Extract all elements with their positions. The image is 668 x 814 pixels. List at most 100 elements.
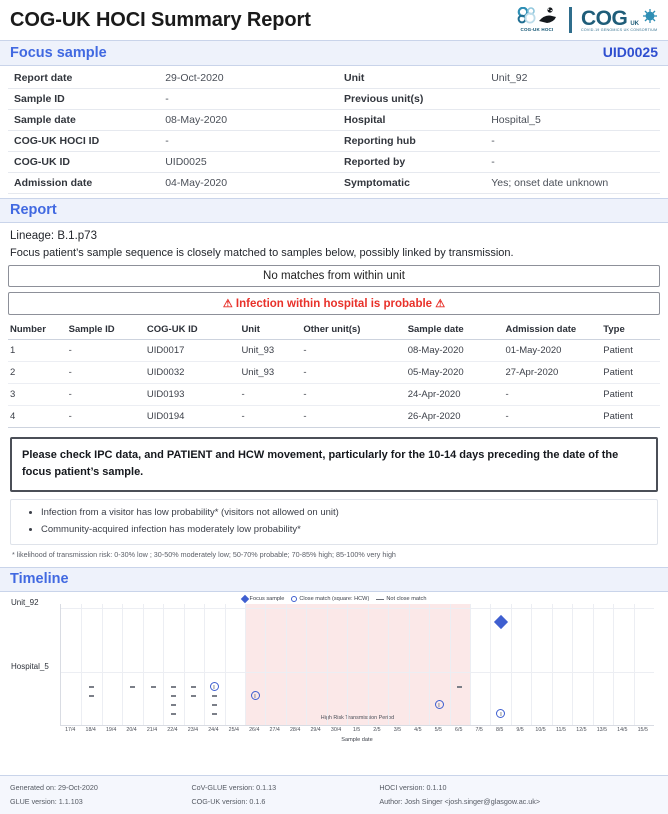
x-axis-tick: 9/5 bbox=[516, 727, 524, 734]
cell-admission-date: 27-Apr-2020 bbox=[503, 361, 602, 384]
x-axis-tick: 22/4 bbox=[167, 727, 178, 734]
field-label: Hospital bbox=[334, 109, 488, 131]
column-header-type: Type bbox=[601, 320, 660, 340]
grid-line bbox=[408, 604, 410, 726]
grid-line bbox=[224, 604, 226, 726]
cell-cog-uk-id: UID0194 bbox=[144, 405, 240, 428]
cell-cog-uk-id: UID0032 bbox=[144, 361, 240, 384]
table-row: Report date 29-Oct-2020 bbox=[8, 68, 334, 89]
timeline-plot-area: High Risk Transmission Period Unit_92 Hosp… bbox=[11, 598, 654, 727]
cell-type: Patient bbox=[601, 339, 660, 362]
page-footer: Generated on: 29-Oct-2020 GLUE version: … bbox=[0, 775, 668, 814]
report-title: Report bbox=[10, 202, 57, 218]
field-label: Symptomatic bbox=[334, 172, 488, 194]
table-row: Sample date 08-May-2020 bbox=[8, 109, 334, 131]
x-axis-tick: 27/4 bbox=[269, 727, 280, 734]
x-axis-tick: 20/4 bbox=[126, 727, 137, 734]
grid-line bbox=[388, 604, 390, 726]
cog-logo-uk-text: UK bbox=[630, 21, 639, 27]
x-axis-tick: 21/4 bbox=[146, 727, 158, 734]
timeline-marker-circle bbox=[209, 682, 219, 692]
page-title: COG-UK HOCI Summary Report bbox=[10, 8, 311, 31]
column-header-other-units: Other unit(s) bbox=[301, 320, 406, 340]
cell-number: 3 bbox=[8, 383, 67, 406]
infection-warning-label: Infection within hospital is probable bbox=[235, 298, 433, 310]
cell-cog-uk-id: UID0017 bbox=[144, 339, 240, 362]
cell-other-units: - bbox=[301, 339, 406, 362]
cell-sample-date: 26-Apr-2020 bbox=[405, 405, 504, 428]
legend-item-not-close-match: Not close match bbox=[376, 596, 426, 602]
table-row: 2 - UID0032 Unit_93 - 05-May-2020 27-Apr… bbox=[8, 361, 660, 384]
field-value: 04-May-2020 bbox=[161, 172, 334, 194]
focus-sample-left-column: Report date 29-Oct-2020 Sample ID - Samp… bbox=[8, 68, 334, 194]
field-value: UID0025 bbox=[161, 151, 334, 173]
timeline-marker-dash bbox=[211, 713, 217, 715]
timeline-marker-dash bbox=[191, 695, 197, 697]
x-axis-tick: 15/5 bbox=[637, 727, 648, 734]
grid-line bbox=[306, 604, 308, 726]
grid-line bbox=[490, 604, 492, 726]
grid-line bbox=[592, 604, 594, 726]
list-item: Infection from a visitor has low probabi… bbox=[41, 505, 653, 522]
transmission-risk-footnote: * likelihood of transmission risk: 0-30%… bbox=[12, 550, 396, 560]
cell-other-units: - bbox=[301, 361, 406, 384]
field-label: Unit bbox=[334, 68, 488, 89]
cell-unit: Unit_93 bbox=[239, 339, 302, 362]
focus-sample-title: Focus sample bbox=[10, 45, 107, 61]
grid-line bbox=[633, 604, 635, 726]
timeline-marker-dash bbox=[150, 686, 156, 688]
column-header-sample-date: Sample date bbox=[405, 320, 504, 340]
x-axis-tick: 30/4 bbox=[330, 727, 342, 734]
table-row: COG-UK HOCI ID - bbox=[8, 130, 334, 152]
timeline-marker-dash bbox=[211, 695, 217, 697]
chart-legend: Focus sample Close match (square: HCW) N… bbox=[8, 592, 660, 604]
cell-cog-uk-id: UID0193 bbox=[144, 383, 240, 406]
x-axis-tick: 11/5 bbox=[556, 727, 566, 734]
report-lead-text: Focus patient’s sample sequence is close… bbox=[10, 247, 514, 259]
field-label: Report date bbox=[8, 68, 162, 89]
field-value: 29-Oct-2020 bbox=[161, 68, 334, 89]
timeline-marker-circle bbox=[496, 709, 506, 719]
x-axis-tick: 8/5 bbox=[495, 727, 504, 734]
cell-other-units: - bbox=[301, 405, 406, 428]
logo-group: COG-UK HOCI COG UK COVID-19 GENOMICS UK … bbox=[514, 7, 658, 33]
field-label: COG-UK ID bbox=[8, 151, 162, 173]
table-row: 3 - UID0193 - - 24-Apr-2020 - Patient bbox=[8, 383, 660, 406]
grid-line bbox=[510, 604, 512, 726]
grid-line bbox=[245, 604, 247, 726]
table-row: Admission date 04-May-2020 bbox=[8, 172, 334, 194]
cell-other-units: - bbox=[301, 383, 406, 406]
x-axis-tick: 10/5 bbox=[535, 727, 546, 734]
footer-cog-uk-version: COG-UK version: 0.1.6 bbox=[191, 796, 266, 806]
timeline-marker-dash bbox=[457, 686, 463, 688]
x-axis-ticks: 17/4 18/4 19/4 20/4 21/4 22/4 23/4 24/4 25/4 26/4… bbox=[60, 726, 654, 737]
grid-line bbox=[469, 604, 471, 726]
x-axis-label: Sample date bbox=[341, 737, 373, 744]
grid-line bbox=[163, 604, 165, 726]
timeline-title: Timeline bbox=[10, 571, 69, 588]
warning-icon: ⚠ bbox=[222, 298, 233, 310]
high-risk-band-label: High Risk Transmission Period bbox=[320, 715, 395, 722]
grid-line bbox=[81, 604, 83, 726]
field-label: Reported by bbox=[334, 151, 488, 173]
timeline-marker-diamond bbox=[493, 615, 508, 630]
row-label-hospital_5: Hospital_5 bbox=[11, 662, 49, 672]
list-item: Community-acquired infection has moderat… bbox=[41, 522, 653, 539]
x-axis-tick: 19/4 bbox=[105, 727, 117, 734]
column-header-unit: Unit bbox=[239, 320, 302, 340]
legend-item-close-match: Close match (square: HCW) bbox=[291, 596, 369, 603]
table-row: Reporting hub - bbox=[334, 130, 660, 152]
row-baseline bbox=[61, 672, 654, 674]
x-axis-tick: 25/4 bbox=[228, 727, 239, 734]
page-header: COG-UK HOCI Summary Report COG-UK HOCI C… bbox=[0, 0, 668, 40]
table-row: Previous unit(s) bbox=[334, 88, 660, 110]
lineage-text: Lineage: B.1.p73 bbox=[10, 230, 97, 242]
timeline-marker-dash bbox=[211, 704, 217, 706]
table-row: Hospital Hospital_5 bbox=[334, 109, 660, 131]
focus-sample-right-column: Unit Unit_92 Previous unit(s) Hospital H… bbox=[334, 68, 660, 194]
field-label: COG-UK HOCI ID bbox=[8, 130, 162, 152]
focus-sample-details: Report date 29-Oct-2020 Sample ID - Samp… bbox=[0, 66, 668, 198]
grid-line bbox=[204, 604, 206, 726]
report-section-header: Report bbox=[0, 198, 668, 223]
grid-line bbox=[122, 604, 124, 726]
